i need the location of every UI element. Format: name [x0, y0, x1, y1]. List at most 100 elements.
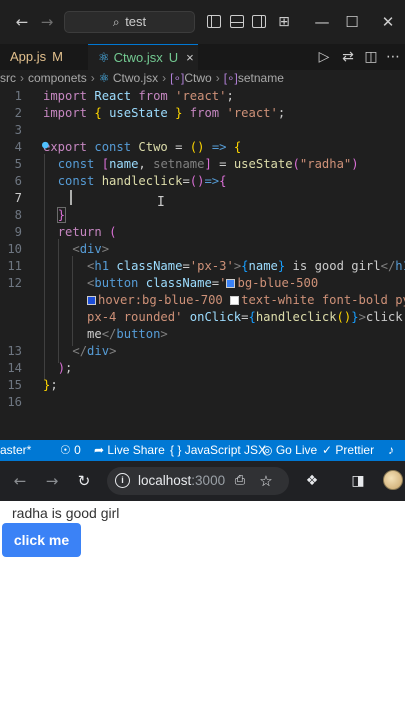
braces-icon: { }	[170, 443, 182, 457]
git-branch-status[interactable]: aster*	[0, 440, 31, 461]
code-text: const [name, setname] = useState("radha"…	[57, 157, 359, 171]
tab-ctwo-jsx[interactable]: ⚛ Ctwo.jsx U ×	[88, 44, 198, 70]
side-panel-icon[interactable]: ◨	[348, 471, 368, 491]
code-line: 15};	[0, 377, 405, 394]
maximize-icon[interactable]: ☐	[342, 12, 362, 32]
close-tab-icon[interactable]: ×	[186, 50, 194, 65]
more-actions-icon[interactable]: ⋯	[383, 47, 403, 67]
line-number: 8	[14, 208, 22, 222]
minimize-icon[interactable]: —	[312, 12, 332, 32]
code-text: export const Ctwo = () => {	[43, 140, 242, 154]
search-icon: ⌕	[112, 15, 120, 29]
url-port: :3000	[191, 473, 226, 488]
tab-label: Ctwo.jsx	[113, 50, 163, 65]
ports-status[interactable]: ☉ 0	[60, 440, 81, 461]
customize-layout-icon[interactable]: ⊞	[274, 12, 294, 32]
close-window-icon[interactable]: ✕	[378, 12, 398, 32]
chevron-right-icon: ›	[215, 71, 220, 85]
chevron-right-icon: ›	[162, 71, 167, 85]
address-bar[interactable]: i localhost:3000 ⎙ ☆	[107, 467, 289, 495]
code-line: 5 const [name, setname] = useState("radh…	[0, 156, 405, 173]
run-icon[interactable]: ▷	[314, 47, 334, 67]
code-line: me</button>	[0, 326, 405, 343]
code-line: 7	[0, 190, 405, 207]
reload-icon[interactable]: ↻	[73, 470, 95, 492]
breadcrumb-file[interactable]: Ctwo.jsx	[113, 71, 158, 85]
code-text: return (	[57, 225, 117, 239]
code-line: 9 return (	[0, 224, 405, 241]
line-number: 2	[14, 106, 22, 120]
radio-tower-icon: ◎	[262, 443, 273, 457]
code-text: <h1 className='px-3'>{name} is good girl…	[87, 259, 405, 273]
line-number: 6	[14, 174, 22, 188]
symbol-variable-icon: [∘]	[170, 71, 185, 85]
code-line: 6 const handleclick=()=>{	[0, 173, 405, 190]
lightbulb-icon[interactable]: ●	[42, 138, 54, 152]
line-number: 7	[14, 191, 22, 205]
line-number: 9	[14, 225, 22, 239]
color-swatch[interactable]	[87, 296, 97, 305]
toggle-panel-icon[interactable]	[230, 15, 244, 28]
profile-avatar[interactable]	[383, 470, 403, 490]
editor-tab-bar: App.js M ⚛ Ctwo.jsx U × ▷ ⇄ ◫ ⋯	[0, 44, 405, 70]
site-info-icon[interactable]: i	[115, 473, 130, 488]
language-mode-status[interactable]: { } JavaScript JSX	[170, 440, 266, 461]
bookmark-star-icon[interactable]: ☆	[257, 472, 275, 490]
tab-app-js[interactable]: App.js M	[0, 44, 88, 70]
code-text: <div>	[72, 242, 110, 256]
tab-untracked-badge: U	[168, 50, 179, 65]
code-text: const handleclick=()=>{	[57, 174, 227, 188]
command-center-search[interactable]: ⌕ test	[64, 11, 195, 33]
code-line: 14 );	[0, 360, 405, 377]
go-live-status[interactable]: ◎ Go Live	[262, 440, 317, 461]
extensions-puzzle-icon[interactable]: ❖	[302, 471, 322, 491]
chevron-right-icon: ›	[90, 71, 95, 85]
line-number: 16	[7, 395, 22, 409]
code-line: 4 export const Ctwo = () => {	[0, 139, 405, 156]
code-text: };	[43, 378, 58, 392]
code-line: 3	[0, 122, 405, 139]
click-me-button[interactable]: click me	[2, 523, 81, 557]
split-editor-icon[interactable]: ◫	[361, 47, 381, 67]
react-file-icon: ⚛	[98, 50, 110, 65]
breadcrumb-src[interactable]: src	[0, 71, 16, 85]
breadcrumb-symbol-ctwo[interactable]: Ctwo	[184, 71, 211, 85]
code-editor[interactable]: 1 import React from 'react'; 2 import { us…	[0, 86, 405, 440]
line-number: 4	[14, 140, 22, 154]
back-arrow-icon[interactable]: ←	[12, 12, 32, 32]
language-label: JavaScript JSX	[184, 443, 267, 457]
chevron-right-icon: ›	[20, 71, 24, 85]
react-file-icon: ⚛	[98, 71, 110, 85]
code-line: 1 import React from 'react';	[0, 88, 405, 105]
url-host: localhost	[138, 473, 192, 488]
code-text: import React from 'react';	[43, 89, 234, 103]
code-line: 16	[0, 394, 405, 411]
symbol-variable-icon: [∘]	[223, 71, 238, 85]
toggle-primary-sidebar-icon[interactable]	[207, 15, 221, 28]
ports-count: 0	[74, 443, 81, 457]
prettier-status[interactable]: ✓ Prettier	[322, 440, 374, 461]
install-app-icon[interactable]: ⎙	[231, 472, 249, 490]
live-share-status[interactable]: ➦ Live Share	[94, 440, 165, 461]
browser-back-icon[interactable]: ←	[9, 470, 31, 492]
line-number: 13	[7, 344, 22, 358]
color-swatch[interactable]	[230, 296, 240, 305]
forward-arrow-icon[interactable]: →	[37, 12, 57, 32]
line-number: 14	[7, 361, 22, 375]
code-text: px-4 rounded' onClick={handleclick()}>cl…	[87, 310, 403, 324]
compare-changes-icon[interactable]: ⇄	[338, 47, 358, 67]
breadcrumb-componets[interactable]: componets	[28, 71, 87, 85]
live-share-icon: ➦	[94, 443, 105, 457]
notifications-bell-icon[interactable]: ♪	[388, 440, 394, 461]
line-number: 10	[7, 242, 22, 256]
tab-label: App.js	[10, 49, 47, 64]
prettier-label: Prettier	[335, 443, 375, 457]
toggle-secondary-sidebar-icon[interactable]	[252, 15, 266, 28]
code-line: 12 <button className=' bg-blue-500	[0, 275, 405, 292]
breadcrumb-symbol-setname[interactable]: setname	[238, 71, 284, 85]
code-line: 11 <h1 className='px-3'>{name} is good g…	[0, 258, 405, 275]
url-text: localhost:3000	[138, 467, 225, 495]
code-line: 2 import { useState } from 'react';	[0, 105, 405, 122]
browser-forward-icon[interactable]: →	[41, 470, 63, 492]
color-swatch[interactable]	[226, 279, 236, 288]
